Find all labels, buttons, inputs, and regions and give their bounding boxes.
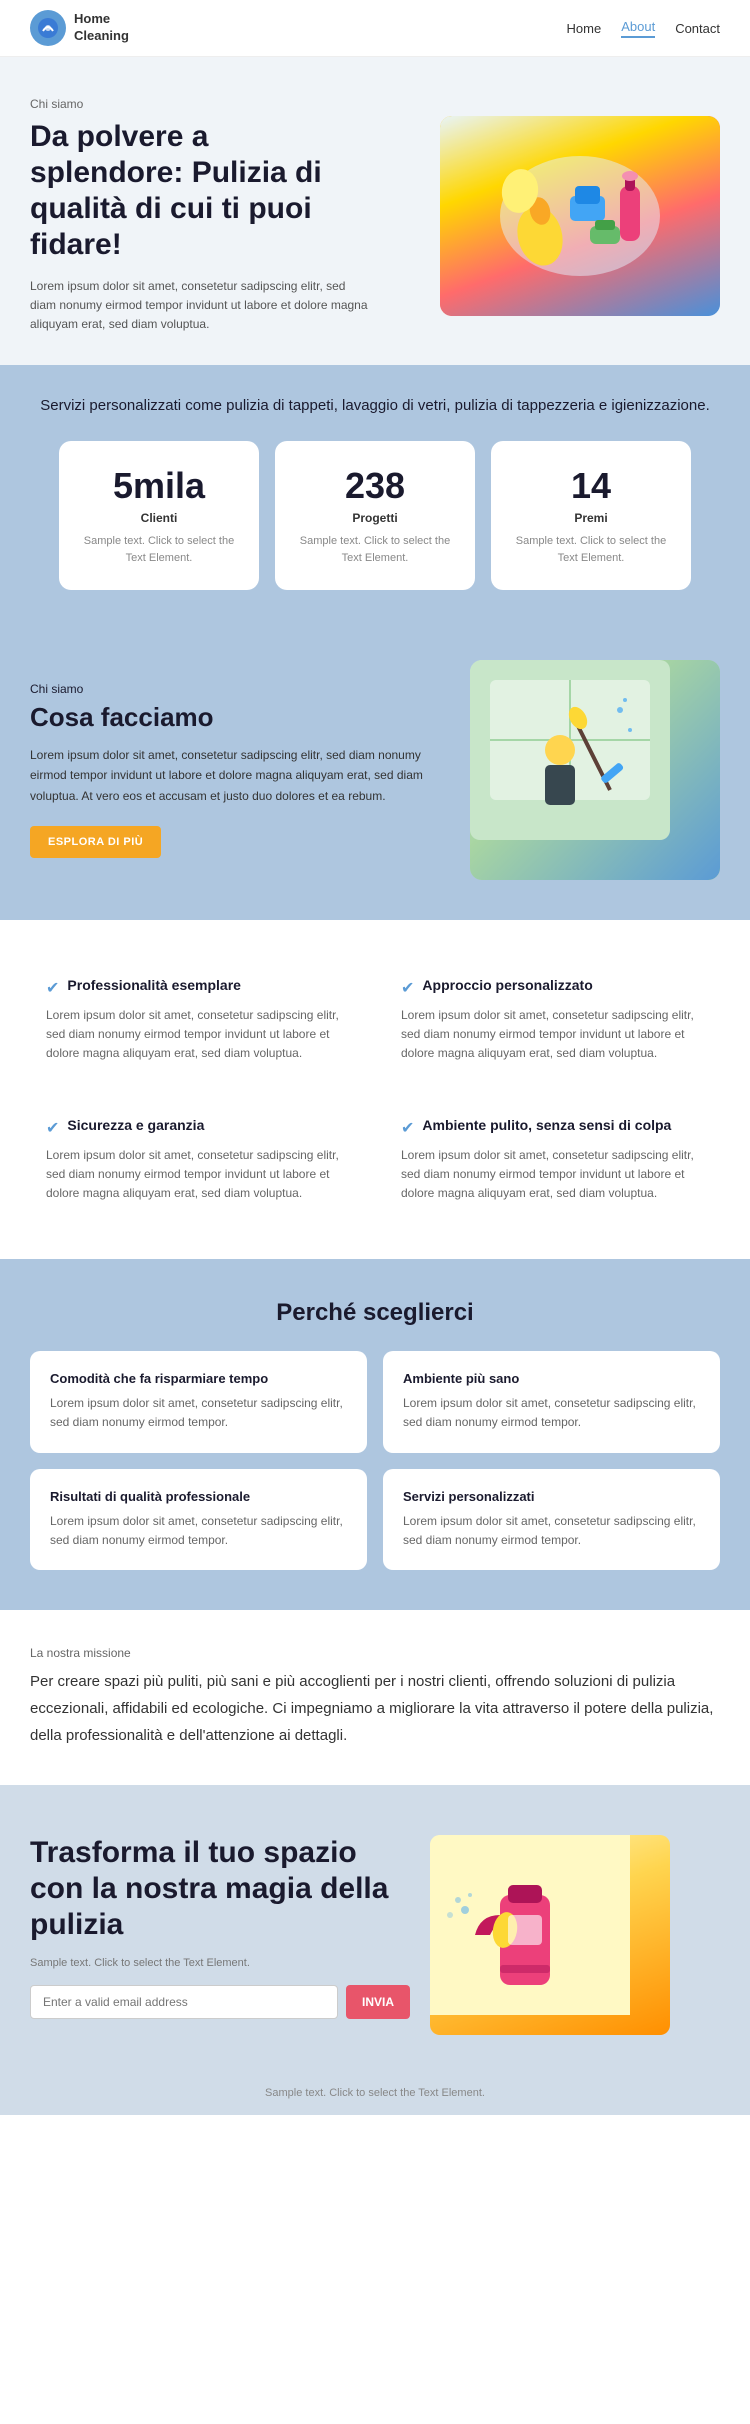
cta-footer-text: Sample text. Click to select the Text El…: [0, 2075, 750, 2115]
why-card-1: Ambiente più sano Lorem ipsum dolor sit …: [383, 1351, 720, 1452]
stats-card-2: 14 Premi Sample text. Click to select th…: [491, 441, 691, 590]
feature-item-1: ✔ Approccio personalizzato Lorem ipsum d…: [385, 960, 720, 1080]
cta-title: Trasforma il tuo spazio con la nostra ma…: [30, 1835, 410, 1943]
stats-tagline: Servizi personalizzati come pulizia di t…: [30, 395, 720, 418]
check-icon-1: ✔: [401, 978, 414, 998]
mission-text: Per creare spazi più puliti, più sani e …: [30, 1668, 720, 1749]
feature-desc-2: Lorem ipsum dolor sit amet, consetetur s…: [46, 1146, 349, 1204]
why-card-desc-1: Lorem ipsum dolor sit amet, consetetur s…: [403, 1394, 700, 1432]
why-grid: Comodità che fa risparmiare tempo Lorem …: [30, 1351, 720, 1570]
logo-text: HomeCleaning: [74, 11, 129, 45]
feature-header-2: ✔ Sicurezza e garanzia: [46, 1116, 349, 1138]
hero-section: Chi siamo Da polvere a splendore: Pulizi…: [0, 57, 750, 365]
cta-form: INVIA: [30, 1985, 410, 2019]
cta-sample-text: Sample text. Click to select the Text El…: [30, 1957, 410, 1969]
nav-home[interactable]: Home: [567, 21, 602, 36]
feature-title-1: Approccio personalizzato: [422, 976, 592, 994]
feature-header-0: ✔ Professionalità esemplare: [46, 976, 349, 998]
feature-item-2: ✔ Sicurezza e garanzia Lorem ipsum dolor…: [30, 1100, 365, 1220]
stats-number-0: 5mila: [79, 465, 239, 507]
stats-sample-0: Sample text. Click to select the Text El…: [79, 533, 239, 566]
feature-header-1: ✔ Approccio personalizzato: [401, 976, 704, 998]
stats-sample-1: Sample text. Click to select the Text El…: [295, 533, 455, 566]
check-icon-2: ✔: [46, 1118, 59, 1138]
feature-title-0: Professionalità esemplare: [67, 976, 241, 994]
why-title: Perché sceglierci: [30, 1299, 720, 1327]
what-image: [470, 660, 720, 880]
logo-icon: [30, 10, 66, 46]
cta-content: Trasforma il tuo spazio con la nostra ma…: [30, 1835, 410, 2035]
cta-submit-button[interactable]: INVIA: [346, 1985, 410, 2019]
features-section: ✔ Professionalità esemplare Lorem ipsum …: [0, 920, 750, 1259]
hero-description: Lorem ipsum dolor sit amet, consetetur s…: [30, 277, 370, 335]
stats-label-1: Progetti: [295, 511, 455, 525]
cta-image-visual: [430, 1835, 670, 2035]
what-description: Lorem ipsum dolor sit amet, consetetur s…: [30, 745, 440, 806]
check-icon-3: ✔: [401, 1118, 414, 1138]
stats-label-0: Clienti: [79, 511, 239, 525]
why-card-2: Risultati di qualità professionale Lorem…: [30, 1469, 367, 1570]
what-text: Chi siamo Cosa facciamo Lorem ipsum dolo…: [30, 682, 440, 858]
hero-title: Da polvere a splendore: Pulizia di quali…: [30, 119, 370, 263]
feature-desc-3: Lorem ipsum dolor sit amet, consetetur s…: [401, 1146, 704, 1204]
hero-text: Chi siamo Da polvere a splendore: Pulizi…: [30, 97, 370, 335]
why-section: Perché sceglierci Comodità che fa rispar…: [0, 1259, 750, 1610]
mission-tag: La nostra missione: [30, 1646, 720, 1660]
what-image-visual: [470, 660, 720, 880]
check-icon-0: ✔: [46, 978, 59, 998]
why-card-desc-2: Lorem ipsum dolor sit amet, consetetur s…: [50, 1512, 347, 1550]
stats-cards: 5mila Clienti Sample text. Click to sele…: [30, 441, 720, 590]
why-card-title-0: Comodità che fa risparmiare tempo: [50, 1371, 347, 1386]
stats-number-2: 14: [511, 465, 671, 507]
why-card-desc-3: Lorem ipsum dolor sit amet, consetetur s…: [403, 1512, 700, 1550]
hero-image: [440, 116, 720, 316]
mission-section: La nostra missione Per creare spazi più …: [0, 1610, 750, 1785]
why-card-title-2: Risultati di qualità professionale: [50, 1489, 347, 1504]
nav-links: Home About Contact: [567, 19, 720, 38]
what-section: Chi siamo Cosa facciamo Lorem ipsum dolo…: [0, 620, 750, 920]
nav-about[interactable]: About: [621, 19, 655, 38]
why-card-3: Servizi personalizzati Lorem ipsum dolor…: [383, 1469, 720, 1570]
stats-sample-2: Sample text. Click to select the Text El…: [511, 533, 671, 566]
features-grid: ✔ Professionalità esemplare Lorem ipsum …: [30, 960, 720, 1219]
stats-card-1: 238 Progetti Sample text. Click to selec…: [275, 441, 475, 590]
cta-section: Trasforma il tuo spazio con la nostra ma…: [0, 1785, 750, 2075]
why-card-desc-0: Lorem ipsum dolor sit amet, consetetur s…: [50, 1394, 347, 1432]
feature-header-3: ✔ Ambiente pulito, senza sensi di colpa: [401, 1116, 704, 1138]
why-card-title-3: Servizi personalizzati: [403, 1489, 700, 1504]
stats-card-0: 5mila Clienti Sample text. Click to sele…: [59, 441, 259, 590]
stats-section: Servizi personalizzati come pulizia di t…: [0, 365, 750, 621]
what-title: Cosa facciamo: [30, 702, 440, 733]
why-card-0: Comodità che fa risparmiare tempo Lorem …: [30, 1351, 367, 1452]
what-tag: Chi siamo: [30, 682, 440, 696]
cta-image: [430, 1835, 670, 2035]
hero-tag: Chi siamo: [30, 97, 370, 111]
logo: HomeCleaning: [30, 10, 129, 46]
why-card-title-1: Ambiente più sano: [403, 1371, 700, 1386]
feature-item-3: ✔ Ambiente pulito, senza sensi di colpa …: [385, 1100, 720, 1220]
feature-desc-0: Lorem ipsum dolor sit amet, consetetur s…: [46, 1006, 349, 1064]
nav-contact[interactable]: Contact: [675, 21, 720, 36]
explore-button[interactable]: ESPLORA DI PIÙ: [30, 826, 161, 858]
navbar: HomeCleaning Home About Contact: [0, 0, 750, 57]
stats-label-2: Premi: [511, 511, 671, 525]
feature-title-3: Ambiente pulito, senza sensi di colpa: [422, 1116, 671, 1134]
feature-item-0: ✔ Professionalità esemplare Lorem ipsum …: [30, 960, 365, 1080]
stats-number-1: 238: [295, 465, 455, 507]
cta-email-input[interactable]: [30, 1985, 338, 2019]
hero-image-visual: [440, 116, 720, 316]
feature-desc-1: Lorem ipsum dolor sit amet, consetetur s…: [401, 1006, 704, 1064]
feature-title-2: Sicurezza e garanzia: [67, 1116, 204, 1134]
